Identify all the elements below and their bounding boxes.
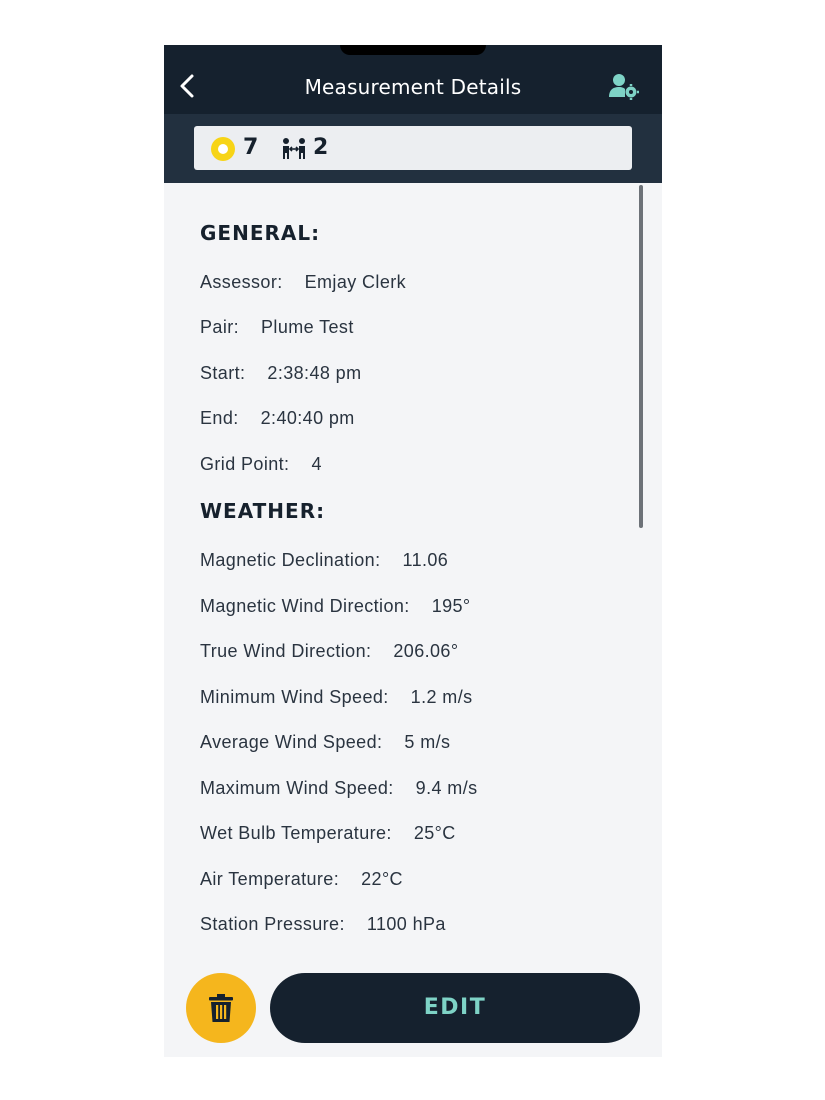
detail-row-true-wind-direction: True Wind Direction: 206.06° bbox=[200, 641, 458, 662]
detail-label: Start: bbox=[200, 363, 246, 383]
detail-label: Magnetic Declination: bbox=[200, 550, 381, 570]
summary-chip: 7 2 bbox=[194, 126, 632, 170]
trash-icon bbox=[209, 994, 233, 1022]
detail-label: Air Temperature: bbox=[200, 869, 340, 889]
detail-row-maximum-wind-speed: Maximum Wind Speed: 9.4 m/s bbox=[200, 778, 478, 799]
detail-label: Station Pressure: bbox=[200, 914, 345, 934]
top-navigation-bar: Measurement Details bbox=[164, 45, 662, 114]
detail-value: 1.2 m/s bbox=[410, 687, 473, 707]
detail-row-pair: Pair: Plume Test bbox=[200, 317, 354, 338]
device-notch bbox=[340, 45, 486, 55]
pair-people-icon bbox=[283, 138, 305, 159]
detail-label: True Wind Direction: bbox=[200, 641, 372, 661]
detail-row-minimum-wind-speed: Minimum Wind Speed: 1.2 m/s bbox=[200, 687, 473, 708]
detail-row-magnetic-wind-direction: Magnetic Wind Direction: 195° bbox=[200, 596, 471, 617]
detail-value: 5 m/s bbox=[404, 732, 451, 752]
detail-label: Pair: bbox=[200, 317, 240, 337]
detail-value: 2:40:40 pm bbox=[260, 408, 355, 428]
detail-label: Magnetic Wind Direction: bbox=[200, 596, 410, 616]
edit-button[interactable]: EDIT bbox=[270, 973, 640, 1043]
detail-label: Grid Point: bbox=[200, 454, 290, 474]
detail-label: Average Wind Speed: bbox=[200, 732, 383, 752]
detail-row-wet-bulb-temperature: Wet Bulb Temperature: 25°C bbox=[200, 823, 456, 844]
general-section-title: GENERAL: bbox=[200, 221, 321, 245]
detail-label: Maximum Wind Speed: bbox=[200, 778, 394, 798]
summary-bar: 7 2 bbox=[164, 114, 662, 183]
detail-row-grid-point: Grid Point: 4 bbox=[200, 454, 322, 475]
detail-value: 11.06 bbox=[402, 550, 449, 570]
detail-label: Assessor: bbox=[200, 272, 283, 292]
page-title: Measurement Details bbox=[304, 75, 522, 99]
details-scroll-area[interactable]: GENERAL: Assessor: Emjay Clerk Pair: Plume… bbox=[164, 183, 662, 963]
detail-label: Wet Bulb Temperature: bbox=[200, 823, 392, 843]
weather-section-title: WEATHER: bbox=[200, 499, 326, 523]
detail-value: Plume Test bbox=[261, 317, 354, 337]
detail-value: 4 bbox=[311, 454, 322, 474]
detail-row-start: Start: 2:38:48 pm bbox=[200, 363, 361, 384]
action-bar: EDIT bbox=[164, 963, 662, 1057]
user-settings-icon bbox=[609, 74, 639, 100]
scrollbar[interactable] bbox=[639, 185, 643, 528]
back-button[interactable] bbox=[174, 71, 200, 101]
delete-button[interactable] bbox=[186, 973, 256, 1043]
detail-value: 1100 hPa bbox=[366, 914, 446, 934]
yellow-ring-icon bbox=[211, 137, 235, 161]
detail-row-air-temperature: Air Temperature: 22°C bbox=[200, 869, 403, 890]
detail-value: 9.4 m/s bbox=[415, 778, 478, 798]
detail-value: Emjay Clerk bbox=[304, 272, 407, 292]
detail-row-assessor: Assessor: Emjay Clerk bbox=[200, 272, 406, 293]
pairs-count: 2 bbox=[313, 135, 329, 160]
detail-value: 2:38:48 pm bbox=[267, 363, 362, 383]
detail-row-station-pressure: Station Pressure: 1100 hPa bbox=[200, 914, 446, 935]
detail-row-average-wind-speed: Average Wind Speed: 5 m/s bbox=[200, 732, 450, 753]
detail-value: 206.06° bbox=[393, 641, 459, 661]
detail-value: 25°C bbox=[413, 823, 456, 843]
phone-screen: Measurement Details 7 2 GENERAL: Assesso… bbox=[164, 45, 662, 1057]
detail-label: End: bbox=[200, 408, 239, 428]
detail-value: 195° bbox=[431, 596, 471, 616]
detail-value: 22°C bbox=[361, 869, 403, 889]
detail-row-magnetic-declination: Magnetic Declination: 11.06 bbox=[200, 550, 448, 571]
chevron-left-icon bbox=[180, 74, 194, 98]
user-settings-button[interactable] bbox=[608, 73, 640, 101]
detail-label: Minimum Wind Speed: bbox=[200, 687, 389, 707]
detail-row-end: End: 2:40:40 pm bbox=[200, 408, 355, 429]
points-count: 7 bbox=[243, 135, 259, 160]
